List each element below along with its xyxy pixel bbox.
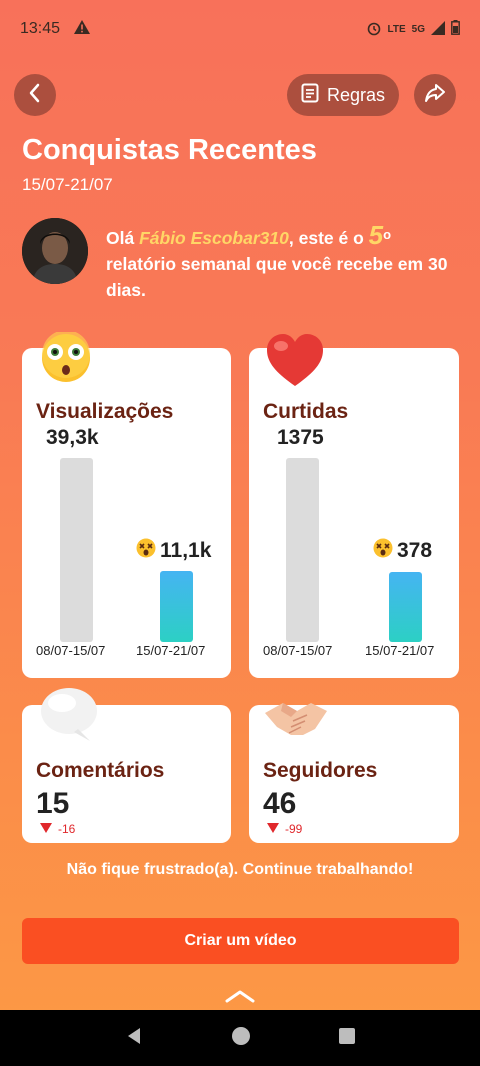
- date-range: 15/07-21/07: [22, 175, 113, 194]
- share-button[interactable]: [414, 74, 456, 116]
- greeting-prefix: Olá: [106, 228, 140, 248]
- rules-button[interactable]: Regras: [287, 74, 399, 116]
- views-previous-value: 39,3k: [46, 426, 99, 449]
- followers-delta: -99: [267, 822, 302, 836]
- nav-home-icon[interactable]: [231, 1026, 251, 1051]
- handshake-icon: [263, 695, 329, 744]
- rules-label: Regras: [326, 84, 386, 105]
- status-time: 13:45: [20, 20, 61, 37]
- views-previous-label: 08/07-15/07: [36, 643, 106, 658]
- dizzy-face-icon: [136, 538, 156, 564]
- speech-bubble-icon: [38, 685, 100, 748]
- nav-recents-icon[interactable]: [338, 1027, 356, 1050]
- followers-title: Seguidores: [263, 759, 378, 782]
- followers-delta-value: -99: [285, 822, 303, 836]
- followers-card: Seguidores 46 -99: [249, 703, 459, 843]
- likes-previous-value: 1375: [277, 426, 324, 449]
- likes-card: Curtidas 1375 378 08/07-15/07 15/07-21/0…: [249, 334, 459, 678]
- ordinal-mark: o: [383, 227, 392, 242]
- triangle-down-icon: [267, 822, 279, 836]
- document-icon: [301, 83, 319, 108]
- views-card: Visualizações 39,3k 11,1k 08/07-15/07 15…: [22, 330, 231, 678]
- comments-value: 15: [36, 787, 70, 820]
- comments-title: Comentários: [36, 759, 165, 782]
- heart-icon: [265, 332, 325, 393]
- signal-icon: [431, 20, 445, 38]
- back-button[interactable]: [14, 74, 56, 116]
- greeting-suffix: relatório semanal que você recebe em 30 …: [106, 254, 448, 300]
- views-previous-bar: [60, 458, 93, 642]
- views-current-bar: [160, 571, 193, 642]
- likes-current-label: 15/07-21/07: [365, 643, 435, 658]
- dizzy-face-icon: [40, 330, 92, 389]
- lte-label: LTE: [387, 23, 406, 35]
- dizzy-face-icon: [373, 538, 393, 564]
- report-number: 5: [368, 220, 384, 250]
- create-video-button[interactable]: Criar um vídeo: [22, 918, 459, 964]
- 5g-label: 5G: [411, 23, 425, 35]
- nav-back-icon[interactable]: [124, 1026, 144, 1051]
- comments-card: Comentários 15 -16: [22, 688, 231, 843]
- battery-icon: [451, 20, 460, 38]
- greeting-text: Olá Fábio Escobar310, este é o 5o relató…: [106, 222, 456, 303]
- likes-current-value: 378: [397, 539, 433, 562]
- share-icon: [424, 83, 446, 108]
- likes-previous-bar: [286, 458, 319, 642]
- chevron-left-icon: [28, 83, 42, 108]
- navigation-bar: [0, 1010, 480, 1066]
- likes-previous-label: 08/07-15/07: [263, 643, 333, 658]
- views-current-label: 15/07-21/07: [136, 643, 206, 658]
- motivation-text: Não fique frustrado(a). Continue trabalh…: [66, 861, 414, 878]
- username: Fábio Escobar310: [139, 228, 289, 248]
- avatar: [22, 218, 88, 284]
- followers-value: 46: [263, 787, 297, 820]
- likes-current-bar: [389, 572, 422, 642]
- status-bar: 13:45 LTE 5G: [0, 0, 480, 58]
- chevron-up-icon[interactable]: [224, 988, 256, 1009]
- greeting-middle: , este é o: [288, 228, 369, 248]
- views-current-value-wrap: 11,1k: [136, 538, 211, 564]
- comments-delta-value: -16: [58, 822, 76, 836]
- likes-title: Curtidas: [263, 400, 349, 423]
- triangle-down-icon: [40, 822, 52, 836]
- page-title: Conquistas Recentes: [22, 134, 317, 166]
- views-title: Visualizações: [36, 400, 174, 423]
- comments-delta: -16: [40, 822, 75, 836]
- warning-icon: [74, 19, 91, 39]
- likes-current-value-wrap: 378: [373, 538, 432, 564]
- alarm-icon: [366, 20, 382, 39]
- views-current-value: 11,1k: [160, 539, 212, 562]
